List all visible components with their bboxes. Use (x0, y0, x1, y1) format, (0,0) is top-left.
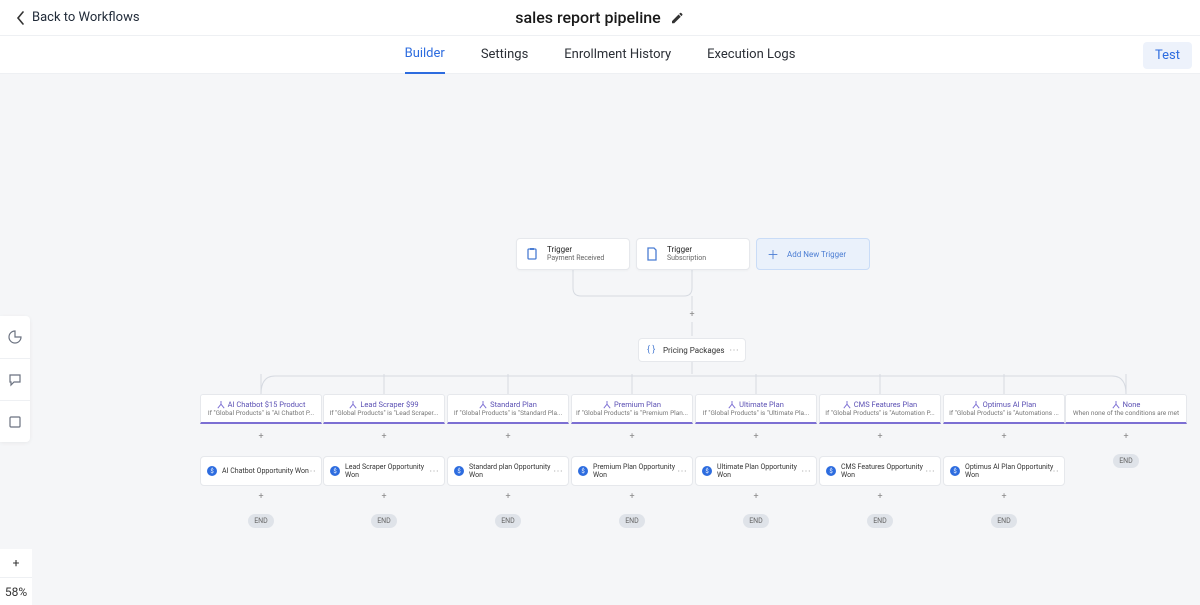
dollar-icon: $ (578, 466, 588, 476)
branch-icon (603, 401, 611, 409)
node-menu-icon[interactable]: ⋯ (925, 466, 935, 477)
tab-enrollment-history[interactable]: Enrollment History (564, 36, 671, 74)
add-step-plus[interactable]: + (627, 432, 637, 442)
action-pricing-label: Pricing Packages (663, 346, 725, 355)
branch-icon (972, 401, 980, 409)
branch-icon (479, 401, 487, 409)
dollar-icon: $ (950, 466, 960, 476)
add-step-plus[interactable]: + (875, 492, 885, 502)
workflow-canvas[interactable]: + 58% Trigger Payment Received Trigger S… (0, 74, 1200, 605)
branch-standard[interactable]: Standard Plan If "Global Products" is "S… (447, 394, 569, 424)
opp-standard[interactable]: $Standard plan Opportunity Won⋯ (447, 456, 569, 486)
pie-chart-icon (8, 330, 22, 344)
tab-execution-logs[interactable]: Execution Logs (707, 36, 795, 74)
branch-premium[interactable]: Premium Plan If "Global Products" is "Pr… (571, 394, 693, 424)
node-menu-icon[interactable]: ⋯ (429, 466, 439, 477)
dollar-icon: $ (330, 466, 340, 476)
dollar-icon: $ (207, 466, 217, 476)
workflow-title: sales report pipeline (515, 8, 660, 27)
end-pill: END (743, 514, 769, 528)
edit-icon[interactable] (671, 11, 685, 25)
end-pill: END (495, 514, 521, 528)
opp-premium[interactable]: $Premium Plan Opportunity Won⋯ (571, 456, 693, 486)
chevron-left-icon (16, 11, 26, 25)
trigger-payment-text: Payment Received (547, 255, 604, 263)
trigger-payment-received[interactable]: Trigger Payment Received (516, 238, 630, 270)
braces-icon: { } (647, 345, 657, 355)
branch-icon (1112, 401, 1120, 409)
add-step-plus[interactable]: + (503, 432, 513, 442)
canvas-footer-tools: + 58% (0, 549, 32, 605)
branch-cms-features[interactable]: CMS Features Plan If "Global Products" i… (819, 394, 941, 424)
end-pill: END (991, 514, 1017, 528)
connectors (0, 74, 1200, 605)
action-pricing-packages[interactable]: { } Pricing Packages ⋯ (638, 338, 746, 362)
stats-tool[interactable] (0, 316, 30, 358)
note-icon (8, 415, 22, 429)
add-step-plus[interactable]: + (875, 432, 885, 442)
side-tools (0, 316, 30, 442)
add-step-plus[interactable]: + (751, 492, 761, 502)
branch-ai-chatbot[interactable]: AI Chatbot $15 Product If "Global Produc… (200, 394, 322, 424)
end-pill: END (1113, 454, 1139, 468)
add-node-button[interactable]: + (0, 549, 32, 577)
tab-builder[interactable]: Builder (405, 36, 445, 74)
action-menu-icon[interactable]: ⋯ (729, 345, 739, 356)
tab-settings[interactable]: Settings (481, 36, 528, 74)
test-button[interactable]: Test (1143, 42, 1192, 69)
dollar-icon: $ (454, 466, 464, 476)
opp-ai-chatbot[interactable]: $AI Chatbot Opportunity Won⋯ (200, 456, 322, 486)
dollar-icon: $ (826, 466, 836, 476)
end-pill: END (867, 514, 893, 528)
add-step-plus[interactable]: + (379, 432, 389, 442)
document-icon (645, 247, 659, 261)
plus-icon: ＋ (767, 246, 779, 263)
comments-tool[interactable] (0, 358, 30, 400)
add-step-plus[interactable]: + (687, 310, 697, 320)
node-menu-icon[interactable]: ⋯ (801, 466, 811, 477)
comment-icon (8, 373, 22, 387)
opp-ultimate[interactable]: $Ultimate Plan Opportunity Won⋯ (695, 456, 817, 486)
add-new-trigger-button[interactable]: ＋ Add New Trigger (756, 238, 870, 270)
add-step-plus[interactable]: + (256, 492, 266, 502)
end-pill: END (371, 514, 397, 528)
add-step-plus[interactable]: + (503, 492, 513, 502)
branch-icon (217, 401, 225, 409)
branch-icon (349, 401, 357, 409)
branch-icon (843, 401, 851, 409)
add-step-plus[interactable]: + (379, 492, 389, 502)
trigger-subscription[interactable]: Trigger Subscription (636, 238, 750, 270)
zoom-level[interactable]: 58% (0, 577, 32, 605)
branch-none[interactable]: None When none of the conditions are met (1065, 394, 1187, 424)
node-menu-icon[interactable]: ⋯ (306, 466, 316, 477)
end-pill: END (248, 514, 274, 528)
branch-icon (728, 401, 736, 409)
notes-tool[interactable] (0, 400, 30, 442)
workflow-title-wrap: sales report pipeline (515, 8, 684, 27)
opp-cms[interactable]: $CMS Features Opportunity Won⋯ (819, 456, 941, 486)
node-menu-icon[interactable]: ⋯ (553, 466, 563, 477)
trigger-subscription-text: Subscription (667, 255, 706, 263)
back-to-workflows-link[interactable]: Back to Workflows (16, 10, 140, 25)
dollar-icon: $ (702, 466, 712, 476)
opp-lead-scraper[interactable]: $Lead Scraper Opportunity Won⋯ (323, 456, 445, 486)
top-bar: Back to Workflows sales report pipeline (0, 0, 1200, 36)
node-menu-icon[interactable]: ⋯ (677, 466, 687, 477)
add-step-plus[interactable]: + (256, 432, 266, 442)
opp-optimus[interactable]: $Optimus AI Plan Opportunity Won⋯ (943, 456, 1065, 486)
back-label: Back to Workflows (32, 10, 140, 25)
node-menu-icon[interactable]: ⋯ (1049, 466, 1059, 477)
branch-optimus[interactable]: Optimus AI Plan If "Global Products" is … (943, 394, 1065, 424)
tab-bar: Builder Settings Enrollment History Exec… (0, 36, 1200, 74)
end-pill: END (619, 514, 645, 528)
clipboard-icon (525, 247, 539, 261)
add-step-plus[interactable]: + (751, 432, 761, 442)
branch-lead-scraper[interactable]: Lead Scraper $99 If "Global Products" is… (323, 394, 445, 424)
add-step-plus[interactable]: + (627, 492, 637, 502)
add-trigger-label: Add New Trigger (787, 250, 846, 259)
branch-ultimate[interactable]: Ultimate Plan If "Global Products" is "U… (695, 394, 817, 424)
add-step-plus[interactable]: + (999, 432, 1009, 442)
add-step-plus[interactable]: + (1121, 432, 1131, 442)
add-step-plus[interactable]: + (999, 492, 1009, 502)
